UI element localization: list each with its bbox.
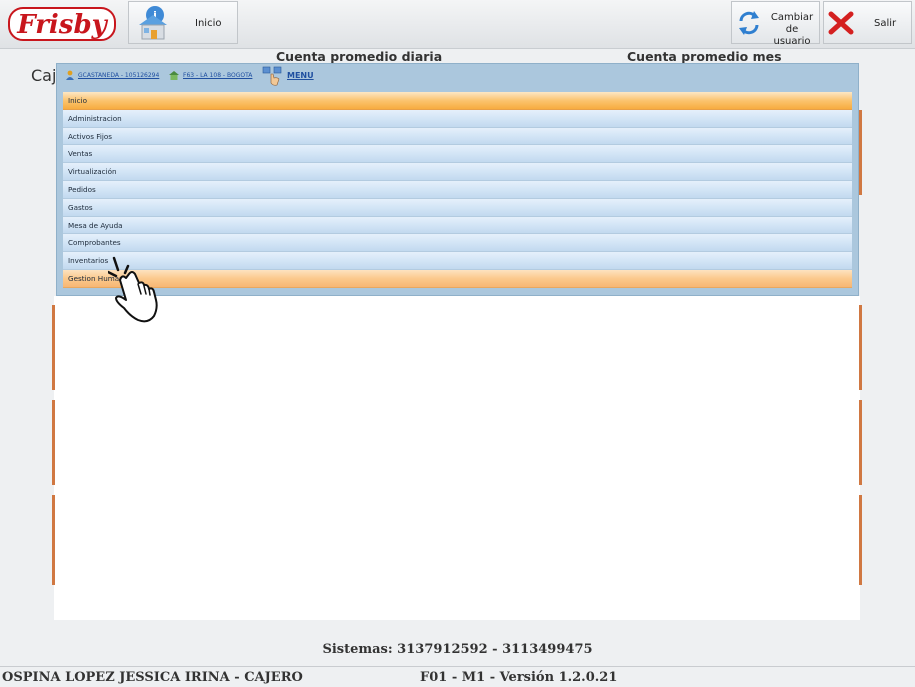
brand-text: Frisby: [16, 10, 108, 40]
menu-item-virtualizacion[interactable]: Virtualización: [63, 163, 852, 181]
menu-item-inventarios[interactable]: Inventarios: [63, 252, 852, 270]
footer-divider: [0, 666, 915, 667]
menu-hand-icon: [262, 66, 282, 86]
salir-button[interactable]: Salir: [823, 1, 912, 44]
user-icon: [66, 70, 74, 80]
cambiar-usuario-label: Cambiar de usuario: [766, 12, 818, 48]
panel-edge-left: [52, 400, 55, 485]
menu-item-ventas[interactable]: Ventas: [63, 145, 852, 164]
cambiar-usuario-label-line2: usuario: [773, 36, 811, 47]
menu-item-pedidos[interactable]: Pedidos: [63, 180, 852, 199]
version-label: F01 - M1 - Versión 1.2.0.21: [420, 670, 618, 685]
store-link[interactable]: F63 - LA 108 - BOGOTA: [183, 72, 252, 79]
monthly-average-title: Cuenta promedio mes: [627, 49, 782, 64]
salir-label: Salir: [874, 18, 897, 29]
menu-item-inicio[interactable]: Inicio: [63, 92, 852, 110]
inicio-label: Inicio: [195, 18, 222, 29]
user-status: OSPINA LOPEZ JESSICA IRINA - CAJERO: [2, 670, 303, 685]
menu-header: GCASTANEDA - 105126294 F63 - LA 108 - BO…: [63, 66, 843, 88]
menu-item-comprobantes[interactable]: Comprobantes: [63, 234, 852, 253]
partial-caja-label: Caj: [31, 66, 57, 85]
daily-average-title: Cuenta promedio diaria: [276, 49, 443, 64]
panel-edge-right: [859, 305, 862, 390]
support-phones: Sistemas: 3137912592 - 3113499475: [322, 642, 593, 657]
store-icon: [169, 71, 179, 80]
menu-item-activos-fijos[interactable]: Activos Fijos: [63, 127, 852, 146]
menu-item-gestion-humana[interactable]: Gestion Humana: [63, 269, 852, 288]
red-x-icon: [828, 11, 854, 35]
inicio-button[interactable]: i Inicio: [128, 1, 238, 44]
panel-edge-left: [52, 305, 55, 390]
menu-item-mesa-de-ayuda[interactable]: Mesa de Ayuda: [63, 216, 852, 235]
main-menu-popup: GCASTANEDA - 105126294 F63 - LA 108 - BO…: [56, 63, 859, 296]
panel-edge-right: [859, 400, 862, 485]
menu-list: Inicio Administracion Activos Fijos Vent…: [63, 92, 852, 288]
user-link[interactable]: GCASTANEDA - 105126294: [78, 72, 159, 79]
menu-item-gastos[interactable]: Gastos: [63, 198, 852, 217]
house-icon: i: [139, 6, 167, 40]
panel-edge-right: [859, 110, 862, 195]
panel-edge-left: [52, 495, 55, 585]
content-panel: [54, 296, 860, 620]
frisby-logo: Frisby: [8, 7, 116, 41]
cambiar-usuario-label-line1: Cambiar de: [770, 12, 814, 35]
cambiar-usuario-button[interactable]: Cambiar de usuario: [731, 1, 820, 47]
menu-item-administracion[interactable]: Administracion: [63, 109, 852, 128]
panel-edge-right: [859, 495, 862, 585]
top-toolbar: Frisby i Inicio Cambiar de usuario Salir: [0, 0, 915, 49]
menu-link[interactable]: MENU: [287, 71, 314, 80]
refresh-arrows-icon: [739, 11, 759, 35]
